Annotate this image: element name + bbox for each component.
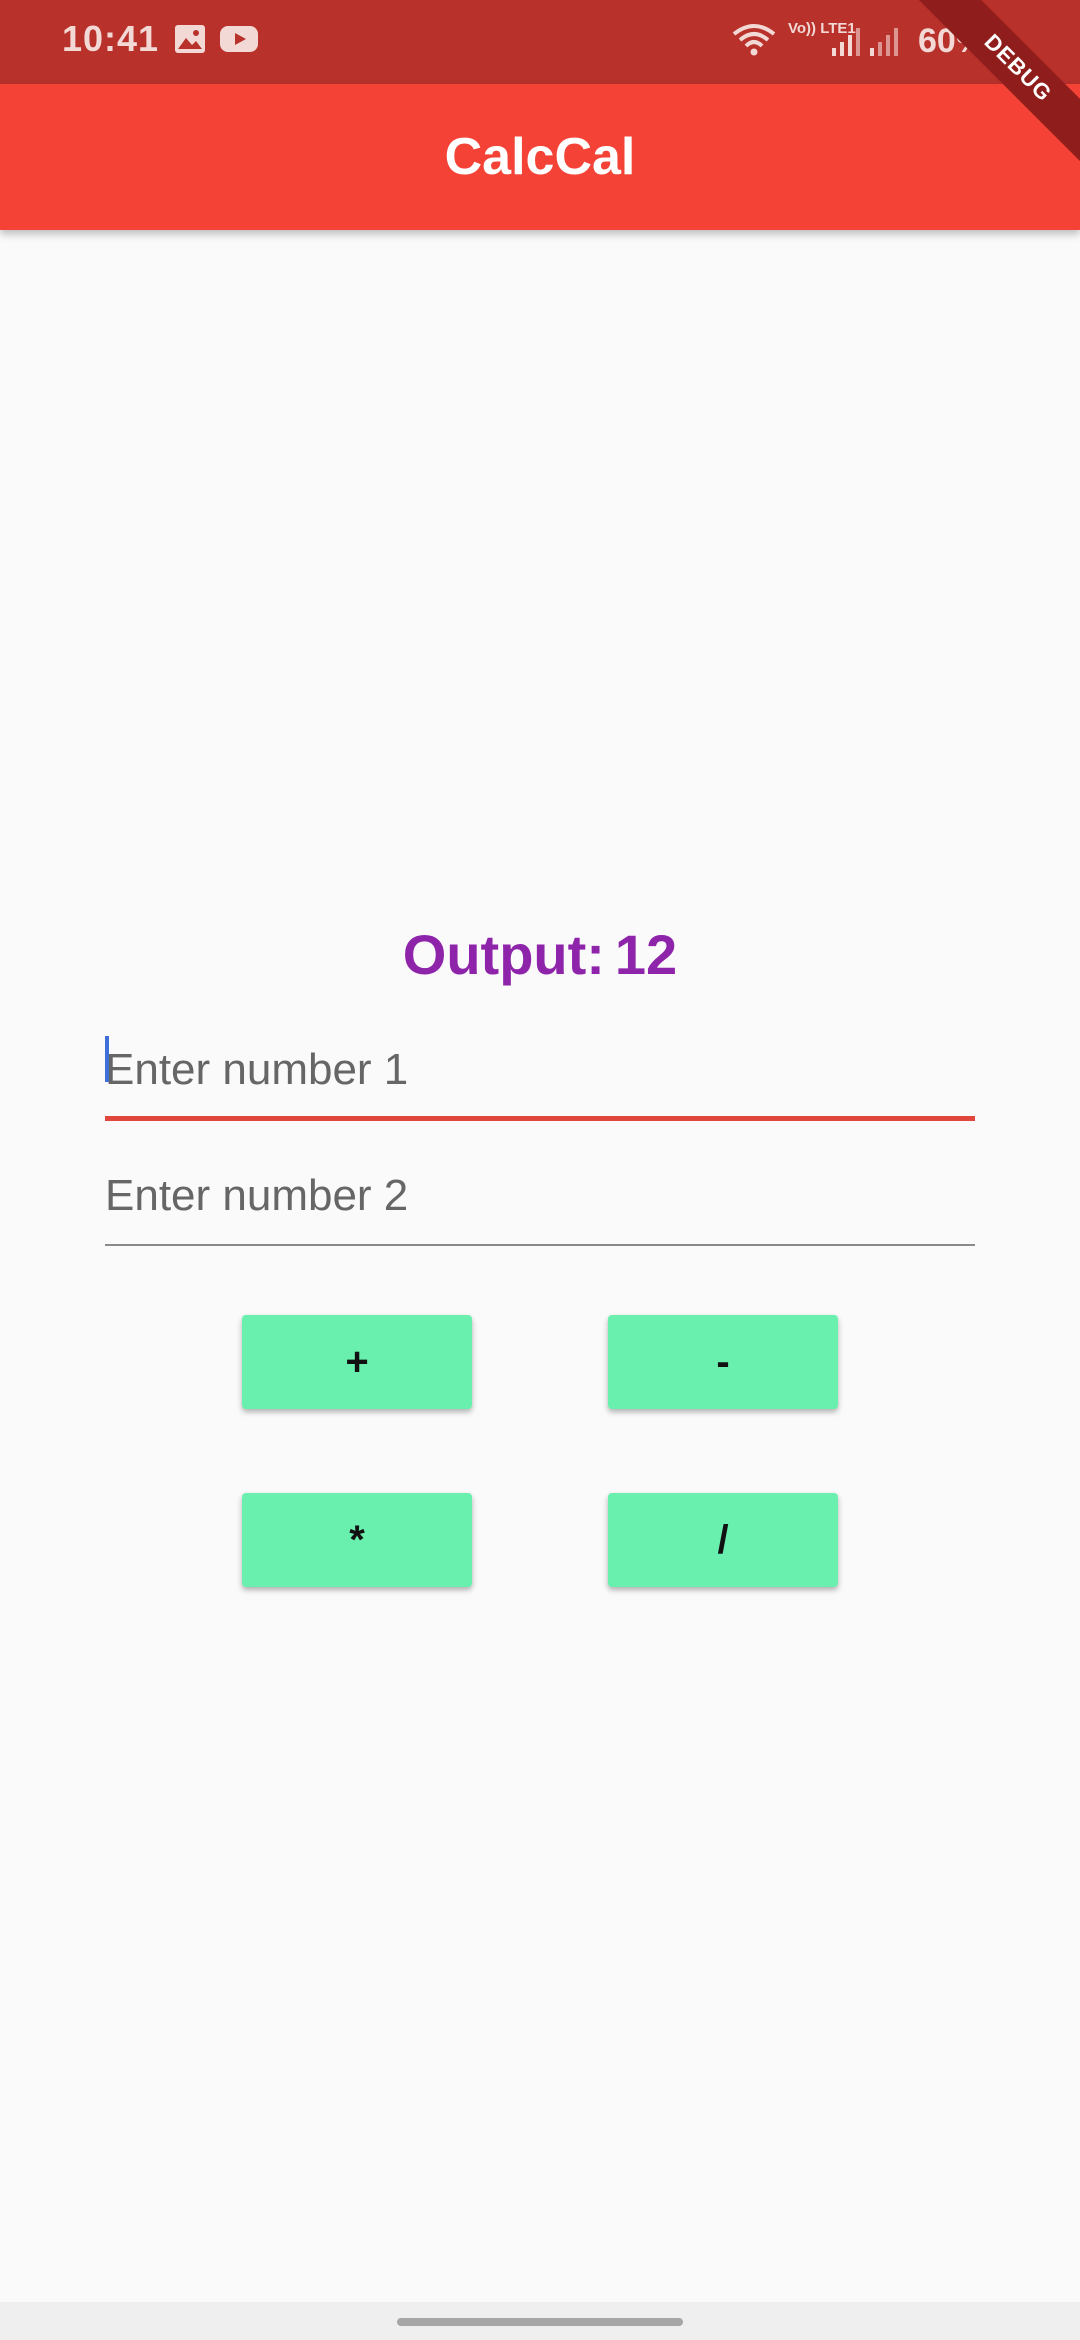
number1-underline	[105, 1116, 975, 1121]
status-bar: 10:41 Vo)) LTE1 60%	[0, 0, 1080, 84]
home-gesture-handle[interactable]	[397, 2318, 683, 2326]
wifi-icon	[732, 22, 776, 63]
output-value: 12	[614, 923, 678, 986]
output-display: Output: 12	[0, 922, 1080, 987]
number1-field[interactable]	[105, 1022, 975, 1122]
number2-input[interactable]	[105, 1148, 975, 1244]
status-time: 10:41	[62, 18, 160, 59]
multiply-button[interactable]: *	[242, 1493, 472, 1587]
app-title: CalcCal	[444, 128, 636, 186]
signal-icon	[830, 28, 862, 61]
output-label: Output:	[402, 923, 605, 986]
number1-input[interactable]	[105, 1022, 975, 1118]
signal-icon	[868, 28, 900, 61]
number2-field[interactable]	[105, 1148, 975, 1248]
navigation-bar	[0, 2302, 1080, 2340]
gallery-icon	[174, 24, 206, 59]
divide-button[interactable]: /	[608, 1493, 838, 1587]
text-cursor	[105, 1036, 109, 1082]
app-bar: CalcCal	[0, 84, 1080, 230]
youtube-icon	[220, 24, 258, 59]
subtract-button[interactable]: -	[608, 1315, 838, 1409]
number2-underline	[105, 1244, 975, 1246]
add-button[interactable]: +	[242, 1315, 472, 1409]
